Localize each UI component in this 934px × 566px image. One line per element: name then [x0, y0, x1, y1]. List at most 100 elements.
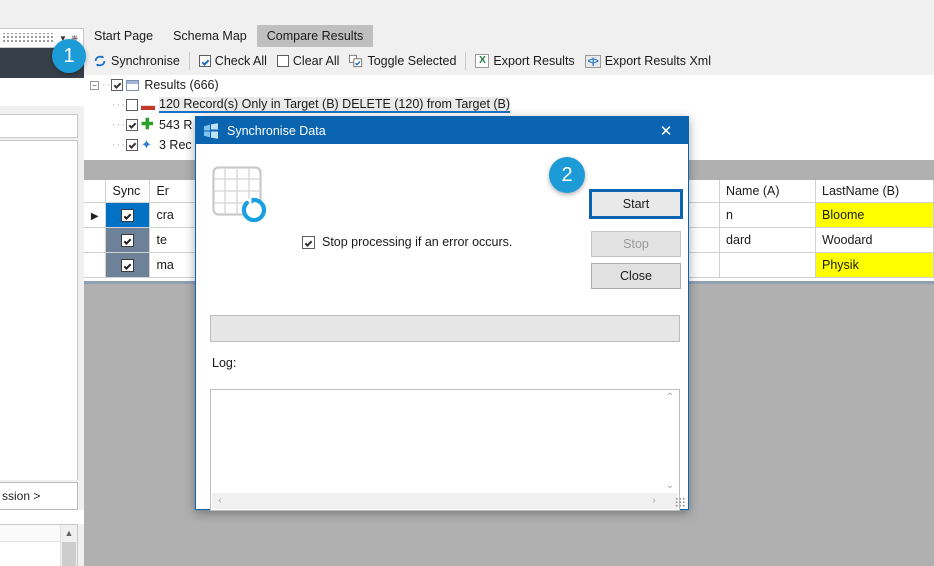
toolbar-separator	[188, 52, 190, 70]
tree-node-checkbox-update[interactable]	[126, 139, 138, 151]
scroll-up-icon[interactable]: ⌃	[662, 391, 678, 405]
lastname-b-cell: Woodard	[815, 227, 934, 253]
export-results-button[interactable]: X Export Results	[470, 52, 579, 70]
toggle-selected-label: Toggle Selected	[367, 54, 457, 68]
expression-field[interactable]: ssion >	[0, 482, 78, 510]
sync-cell[interactable]	[105, 202, 151, 228]
minus-icon: ▬	[141, 97, 155, 113]
tree-root-label: Results (666)	[144, 78, 219, 92]
tree-node-label-insert: 543 R	[159, 118, 193, 132]
left-panel-field-top[interactable]	[0, 114, 78, 138]
tree-node-label-delete: 120 Record(s) Only in Target (B) DELETE …	[159, 97, 511, 113]
scroll-right-icon[interactable]: ›	[646, 494, 662, 508]
sync-icon	[94, 55, 106, 67]
sync-checkbox[interactable]	[121, 209, 135, 223]
tree-guide: ···	[112, 139, 126, 151]
stop-on-error-checkbox[interactable]	[302, 235, 315, 249]
name-a-cell	[719, 252, 816, 278]
sync-checkbox[interactable]	[121, 234, 135, 248]
expression-text: ssion >	[2, 489, 41, 503]
close-icon[interactable]: ✕	[644, 117, 688, 144]
tree-guide: ··	[102, 79, 112, 91]
log-label: Log:	[212, 356, 237, 370]
collapse-icon[interactable]: −	[90, 80, 99, 90]
plus-icon: ✚	[141, 116, 154, 133]
clear-all-button[interactable]: Clear All	[272, 52, 345, 70]
stop-on-error-label: Stop processing if an error occurs.	[322, 235, 513, 249]
tree-root-checkbox[interactable]	[111, 79, 124, 91]
toggle-selected-icon	[349, 54, 363, 68]
left-panel-spacer	[0, 510, 84, 524]
scroll-left-icon[interactable]: ‹	[212, 494, 228, 508]
checkbox-checked-icon	[198, 55, 211, 67]
drag-handle-dots-icon[interactable]	[2, 33, 55, 43]
stop-on-error-checkbox-row[interactable]: Stop processing if an error occurs.	[302, 235, 512, 249]
tab-schema-map[interactable]: Schema Map	[163, 25, 257, 47]
tab-start-page[interactable]: Start Page	[84, 25, 163, 47]
column-header-rowselect[interactable]	[84, 180, 107, 203]
left-panel-list-area[interactable]	[0, 140, 78, 480]
tree-root-row[interactable]: − ·· Results (666)	[84, 75, 934, 95]
tree-node-checkbox-insert[interactable]	[126, 119, 138, 131]
lastname-b-cell: Physik	[815, 252, 934, 278]
tree-node-delete[interactable]: ··· ▬ 120 Record(s) Only in Target (B) D…	[84, 95, 934, 115]
sync-data-illustration-icon	[212, 166, 267, 223]
tree-node-checkbox-delete[interactable]	[126, 99, 138, 111]
export-results-xml-button[interactable]: <|> Export Results Xml	[580, 52, 716, 70]
results-table-icon	[126, 79, 140, 91]
row-selector[interactable]: ▶	[84, 202, 107, 228]
dialog-body: Stop processing if an error occurs. Star…	[196, 144, 688, 511]
left-panel-bottom-list[interactable]: ▲	[0, 524, 78, 566]
resize-grip[interactable]	[675, 497, 685, 507]
synchronise-button[interactable]: Synchronise	[88, 52, 185, 70]
close-button[interactable]: Close	[591, 263, 681, 289]
row-selector[interactable]	[84, 252, 107, 278]
synchronise-label: Synchronise	[111, 54, 180, 68]
row-selected-arrow-icon: ▶	[90, 211, 99, 222]
progress-bar	[210, 315, 680, 342]
check-all-label: Check All	[214, 54, 267, 68]
xml-export-icon: <|>	[584, 54, 601, 68]
synchronise-data-dialog: Synchronise Data ✕ Stop processing if an…	[195, 116, 689, 511]
scroll-up-icon[interactable]: ▲	[61, 525, 77, 541]
sync-cell[interactable]	[105, 227, 151, 253]
tab-compare-results[interactable]: Compare Results	[256, 25, 374, 47]
log-textarea[interactable]: ⌃ ⌄ ‹ ›	[210, 389, 680, 511]
left-panel-white-strip	[0, 78, 84, 106]
tree-guide: ···	[112, 99, 126, 111]
check-all-button[interactable]: Check All	[194, 52, 272, 70]
callout-badge-1: 1	[52, 39, 86, 73]
stop-button: Stop	[591, 231, 681, 257]
name-a-cell: n	[719, 202, 816, 228]
start-button[interactable]: Start	[589, 189, 683, 219]
export-results-xml-label: Export Results Xml	[604, 54, 711, 68]
left-dock-panel: ▼ ⎈ ssion > ▲	[0, 0, 85, 566]
diamond-icon: ✦	[141, 137, 152, 152]
toolbar-separator-2	[465, 52, 467, 70]
sync-cell[interactable]	[105, 252, 151, 278]
sync-data-icon	[204, 122, 218, 139]
excel-export-icon: X	[475, 54, 490, 68]
scrollbar-thumb[interactable]	[62, 542, 76, 566]
lastname-b-cell: Bloome	[815, 202, 934, 228]
tab-bar: Start Page Schema Map Compare Results	[84, 0, 934, 47]
toggle-selected-button[interactable]: Toggle Selected	[344, 52, 461, 70]
dialog-title-bar[interactable]: Synchronise Data ✕	[196, 117, 688, 144]
column-header-name-a[interactable]: Name (A)	[719, 180, 816, 203]
scroll-down-icon[interactable]: ⌄	[662, 479, 678, 493]
log-horizontal-scrollbar[interactable]: ‹ ›	[212, 493, 662, 509]
left-panel-bottom-list-row	[0, 525, 60, 542]
clear-all-label: Clear All	[292, 54, 340, 68]
sync-checkbox[interactable]	[121, 259, 135, 273]
compare-results-toolbar: Synchronise Check All Clear All Toggle S…	[84, 47, 934, 75]
log-vertical-scrollbar[interactable]: ⌃ ⌄	[662, 391, 678, 493]
column-header-sync[interactable]: Sync	[105, 180, 151, 203]
column-header-lastname-b[interactable]: LastName (B)	[815, 180, 934, 203]
left-panel-scrollbar[interactable]: ▲	[60, 525, 77, 566]
row-selector[interactable]	[84, 227, 107, 253]
callout-badge-2: 2	[549, 157, 585, 193]
tree-node-label-update: 3 Rec	[159, 138, 192, 152]
app-window: ▼ ⎈ ssion > ▲ Start Page Schema Map Comp…	[0, 0, 934, 566]
checkbox-empty-icon	[276, 55, 289, 67]
dialog-title-label: Synchronise Data	[227, 123, 326, 138]
